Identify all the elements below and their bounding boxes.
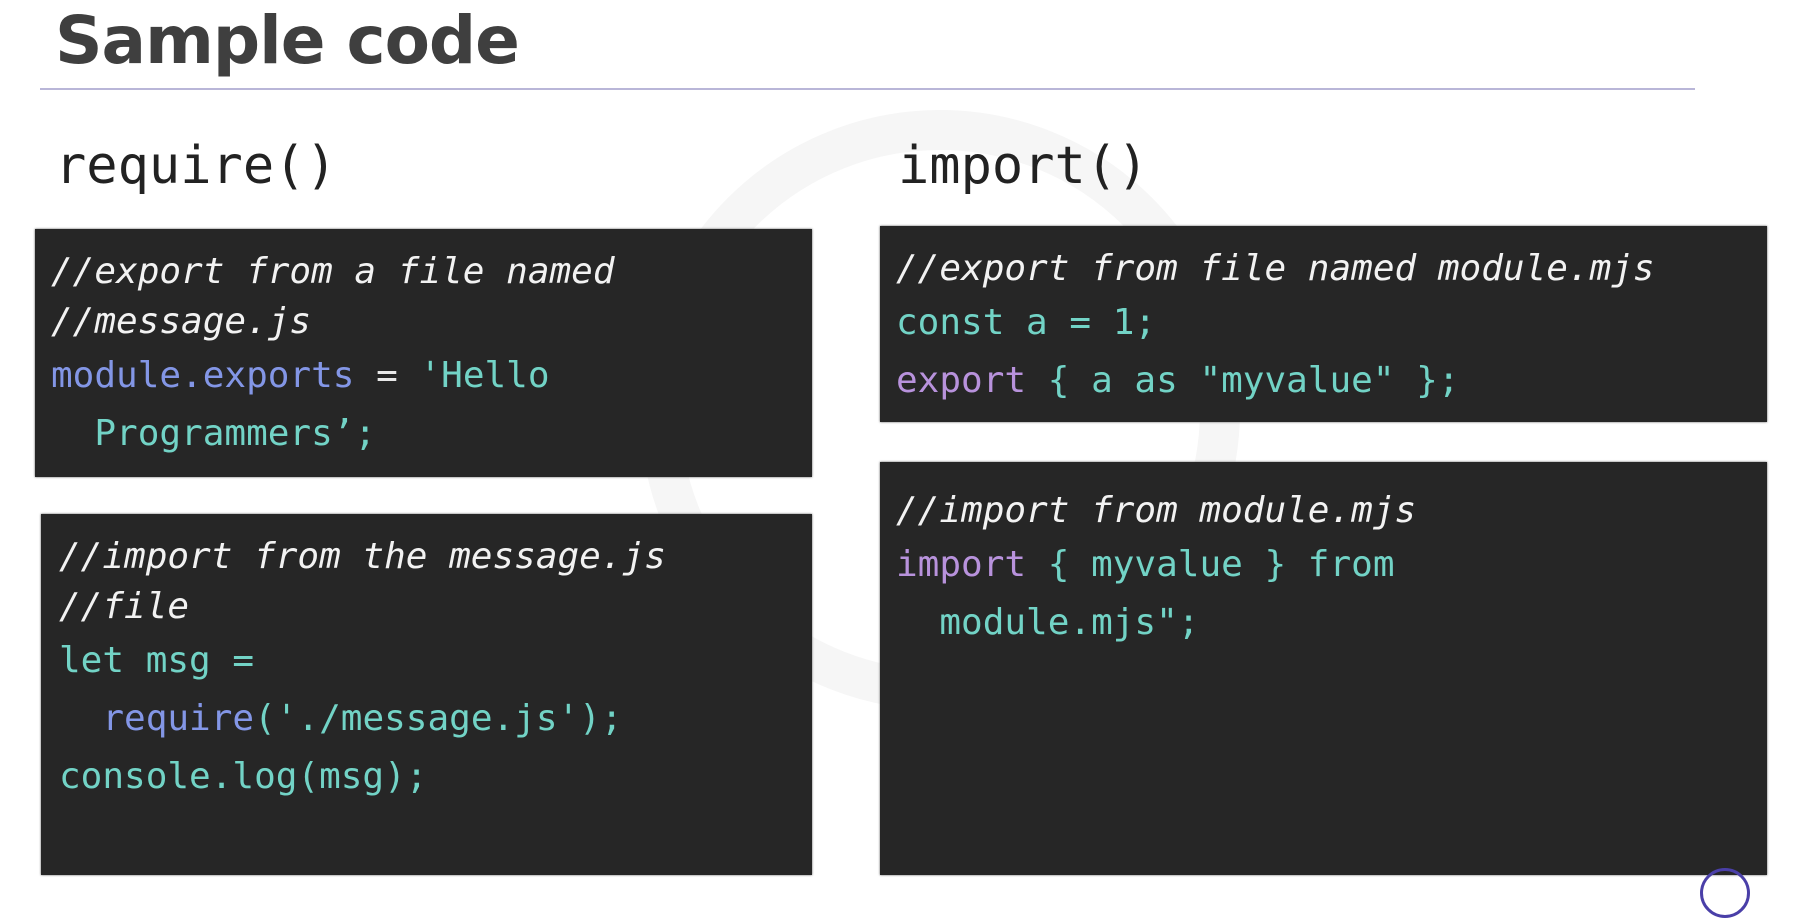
code-line: Programmers’; xyxy=(51,413,377,454)
code-comment: //message.js xyxy=(51,301,312,342)
code-token: { a as "myvalue" }; xyxy=(1026,360,1460,401)
title-divider xyxy=(40,88,1695,90)
code-comment: //export from file named module.mjs xyxy=(896,248,1655,289)
code-token: { myvalue } from xyxy=(1026,544,1395,585)
code-token: 'Hello xyxy=(419,355,550,396)
import-export-code-block: //export from file named module.mjs cons… xyxy=(880,226,1767,422)
code-comment: //file xyxy=(59,586,190,627)
corner-logo-icon xyxy=(1700,868,1750,918)
code-comment: //import from module.mjs xyxy=(896,490,1417,531)
code-token: require xyxy=(102,698,255,739)
require-heading: require() xyxy=(55,136,337,196)
code-token: ('./message.js'); xyxy=(254,698,623,739)
code-line: const a = 1; xyxy=(896,302,1157,343)
import-heading: import() xyxy=(898,136,1149,196)
code-line: require('./message.js'); xyxy=(59,690,796,748)
code-line: export { a as "myvalue" }; xyxy=(896,352,1751,410)
code-comment: //import from the message.js xyxy=(59,536,666,577)
code-token: import xyxy=(896,544,1027,585)
code-line: console.log(msg); xyxy=(59,756,428,797)
code-line: let msg = xyxy=(59,640,255,681)
code-line: import { myvalue } from xyxy=(896,536,1751,594)
code-comment: //export from a file named xyxy=(51,251,615,292)
code-token: export xyxy=(896,360,1027,401)
require-import-code-block: //import from the message.js //file let … xyxy=(41,514,812,875)
require-export-code-block: //export from a file named //message.js … xyxy=(35,229,812,477)
code-token: = xyxy=(354,355,420,396)
import-import-code-block: //import from module.mjs import { myvalu… xyxy=(880,462,1767,875)
code-token: module.exports xyxy=(51,355,355,396)
code-line: module.exports = 'Hello xyxy=(51,347,796,405)
code-line: module.mjs"; xyxy=(896,602,1200,643)
page-title: Sample code xyxy=(55,2,520,79)
